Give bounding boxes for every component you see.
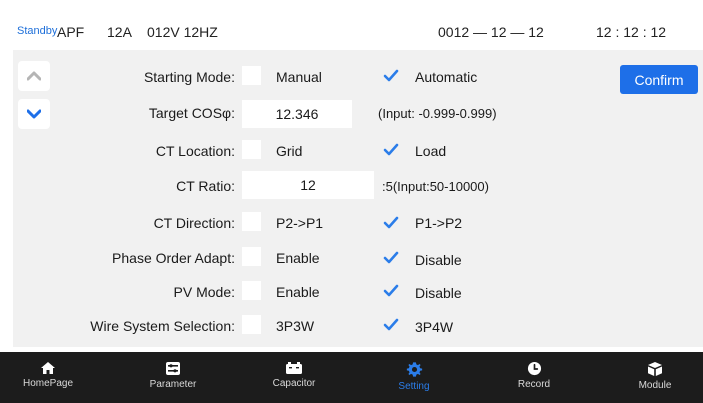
pv-mode-enable-option: Enable <box>276 284 320 300</box>
capacitor-icon <box>286 362 302 374</box>
parameter-icon <box>166 362 180 375</box>
nav-label-setting: Setting <box>398 381 430 392</box>
nav-item-module[interactable]: Module <box>610 352 700 403</box>
ct-direction-p2p1-option: P2->P1 <box>276 215 324 231</box>
wire-system-3p3w-checkbox[interactable] <box>242 315 261 334</box>
ct-ratio-input[interactable]: 12 <box>242 171 374 199</box>
ct-ratio-hint: :5(Input:50-10000) <box>382 179 489 194</box>
status-current: 12A <box>107 24 132 40</box>
pv-mode-disable-check-icon[interactable] <box>383 284 399 298</box>
ct-location-grid-option: Grid <box>276 143 303 159</box>
nav-label-homepage: HomePage <box>22 378 74 389</box>
confirm-button[interactable]: Confirm <box>620 65 698 94</box>
starting-mode-manual-option: Manual <box>276 69 322 85</box>
home-icon <box>41 362 55 374</box>
scroll-up-button[interactable] <box>18 61 50 91</box>
nav-item-record[interactable]: Record <box>489 352 579 403</box>
ct-direction-p1p2-check-icon[interactable] <box>383 216 399 230</box>
ct-location-load-option: Load <box>415 143 447 159</box>
bottom-nav: HomePage Parameter Capacitor Setting Rec… <box>0 352 703 403</box>
nav-item-capacitor[interactable]: Capacitor <box>249 352 339 403</box>
nav-label-parameter: Parameter <box>149 379 197 390</box>
status-bar: Standby APF 12A 012V 12HZ 0012 — 12 — 12… <box>0 0 703 50</box>
phase-order-disable-option: Disable <box>415 252 462 268</box>
target-cos-hint: (Input: -0.999-0.999) <box>378 106 497 121</box>
ct-direction-p1p2-option: P1->P2 <box>415 215 463 231</box>
phase-order-enable-option: Enable <box>276 250 320 266</box>
clock-icon <box>527 361 541 376</box>
ct-direction-p2p1-checkbox[interactable] <box>242 212 261 231</box>
target-cos-label: Target COSφ: <box>148 105 235 121</box>
chevron-up-icon <box>27 71 41 81</box>
nav-item-homepage[interactable]: HomePage <box>3 352 93 403</box>
nav-label-record: Record <box>517 379 551 390</box>
scroll-down-button[interactable] <box>18 99 50 129</box>
wire-system-3p4w-option: 3P4W <box>415 319 454 335</box>
ct-direction-label: CT Direction: <box>153 215 235 231</box>
status-time: 12 : 12 : 12 <box>596 24 667 40</box>
nav-item-parameter[interactable]: Parameter <box>128 352 218 403</box>
status-date: 0012 — 12 — 12 <box>438 24 544 40</box>
pv-mode-disable-option: Disable <box>415 285 462 301</box>
starting-mode-manual-checkbox[interactable] <box>242 66 261 85</box>
module-icon <box>648 362 662 376</box>
pv-mode-label: PV Mode: <box>173 284 235 300</box>
wire-system-label: Wire System Selection: <box>90 318 235 334</box>
starting-mode-automatic-option: Automatic <box>415 69 478 85</box>
ct-location-load-check-icon[interactable] <box>383 143 399 157</box>
phase-order-enable-checkbox[interactable] <box>242 247 261 266</box>
wire-system-3p4w-check-icon[interactable] <box>383 318 399 332</box>
gear-icon <box>406 362 422 377</box>
wire-system-3p3w-option: 3P3W <box>276 318 315 334</box>
phase-order-label: Phase Order Adapt: <box>112 250 235 266</box>
pv-mode-enable-checkbox[interactable] <box>242 281 261 300</box>
target-cos-input[interactable]: 12.346 <box>242 100 352 128</box>
starting-mode-automatic-check-icon[interactable] <box>383 69 399 83</box>
nav-label-capacitor: Capacitor <box>272 378 316 389</box>
status-voltage-frequency: 012V 12HZ <box>147 24 218 40</box>
phase-order-disable-check-icon[interactable] <box>383 251 399 265</box>
status-mode: APF <box>57 24 85 40</box>
nav-label-module: Module <box>638 380 672 391</box>
chevron-down-icon <box>27 109 41 119</box>
nav-item-setting[interactable]: Setting <box>369 352 459 403</box>
status-state: Standby <box>17 25 58 37</box>
ct-location-label: CT Location: <box>155 143 235 159</box>
ct-ratio-label: CT Ratio: <box>176 178 235 194</box>
starting-mode-label: Starting Mode: <box>143 69 235 85</box>
ct-location-grid-checkbox[interactable] <box>242 140 261 159</box>
